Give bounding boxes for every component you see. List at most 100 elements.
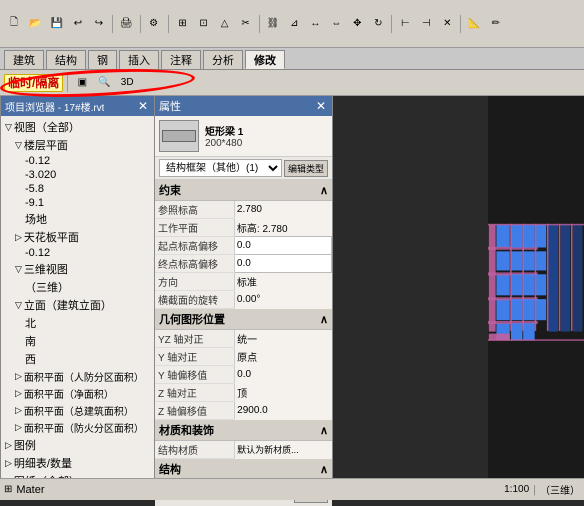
- end-offset-input[interactable]: [237, 258, 329, 269]
- prop-row-start-offset[interactable]: 起点标高偏移: [155, 237, 332, 255]
- zoom-btn[interactable]: 🔍: [94, 73, 114, 93]
- props-section-geometry[interactable]: 几何图形位置 ∧: [155, 309, 332, 330]
- zoom-level: 1:100: [504, 484, 529, 495]
- tree-item-west[interactable]: 西: [1, 350, 154, 368]
- mirror-btn[interactable]: ⇔: [326, 14, 346, 34]
- props-type-row: 结构框架（其他）(1) 编辑类型: [155, 157, 332, 180]
- offset-btn[interactable]: ↔: [305, 14, 325, 34]
- tree-item-ceiling[interactable]: ▷ 天花板平面: [1, 228, 154, 246]
- tree-item-schedules[interactable]: ▷ 明细表/数量: [1, 454, 154, 472]
- move-btn[interactable]: ✥: [347, 14, 367, 34]
- new-btn[interactable]: 🗋: [4, 14, 24, 34]
- element-thumb-inner: [162, 130, 196, 142]
- split-btn[interactable]: ⊣: [416, 14, 436, 34]
- settings-btn[interactable]: ⚙: [144, 14, 164, 34]
- properties-panel: 属性 ✕ 矩形梁 1 200*480 结构框架（其他）(1) 编辑类型 约束 ∧: [155, 96, 333, 500]
- sep3: [168, 15, 169, 33]
- tree-item-views[interactable]: ▽ 视图（全部）: [1, 118, 154, 136]
- tree-item-fp-91[interactable]: -9.1: [1, 196, 154, 210]
- trim-btn[interactable]: ⊢: [395, 14, 415, 34]
- redo-btn[interactable]: ↪: [89, 14, 109, 34]
- delete-btn[interactable]: ✕: [437, 14, 457, 34]
- element-thumbnail: [159, 120, 199, 152]
- tree-col-icon6: ▷: [15, 388, 22, 399]
- prop-row-work-plane: 工作平面 标高: 2.780: [155, 219, 332, 237]
- tree-expand-icon2: ▽: [15, 140, 22, 151]
- edit-type-btn[interactable]: 编辑类型: [284, 160, 328, 177]
- tab-gang[interactable]: 钢: [88, 50, 117, 69]
- tab-xitong[interactable]: 插入: [119, 50, 159, 69]
- tab-charu[interactable]: 注释: [161, 50, 201, 69]
- tree-col-icon5: ▷: [15, 371, 22, 382]
- tree-item-3d-3d[interactable]: （三维）: [1, 278, 154, 296]
- prop-row-end-offset[interactable]: 终点标高偏移: [155, 255, 332, 273]
- prop-row-struct-material: 结构材质 默认为新材质...: [155, 441, 332, 459]
- tree-item-fp-012[interactable]: -0.12: [1, 154, 154, 168]
- tree-item-legend[interactable]: ▷ 图例: [1, 436, 154, 454]
- tree-item-fp-3020[interactable]: -3.020: [1, 168, 154, 182]
- tool4-btn[interactable]: ✂: [236, 14, 256, 34]
- 3d-btn[interactable]: 3D: [117, 73, 138, 93]
- props-geometry-table: YZ 轴对正 统一 Y 轴对正 原点 Y 轴偏移值 0.0 Z 轴对正 顶 Z …: [155, 330, 332, 420]
- sep6: [460, 15, 461, 33]
- tool1-btn[interactable]: ⊞: [173, 14, 193, 34]
- print-btn[interactable]: 🖨: [116, 14, 137, 34]
- tree-item-floor-plan[interactable]: ▽ 楼层平面: [1, 136, 154, 154]
- props-material-table: 结构材质 默认为新材质...: [155, 441, 332, 459]
- element-name: 矩形梁 1: [205, 123, 243, 138]
- tree-item-fp-site[interactable]: 场地: [1, 210, 154, 228]
- sep2: [140, 15, 141, 33]
- prop-row-rotation: 横截面的旋转 0.00°: [155, 291, 332, 309]
- status-icon: ⊞: [4, 484, 12, 495]
- props-type-select[interactable]: 结构框架（其他）(1): [159, 159, 282, 177]
- tree-item-area-net[interactable]: ▷ 面积平面（净面积）: [1, 385, 154, 402]
- toolbar-area: 🗋 📂 💾 ↩ ↪ 🖨 ⚙ ⊞ ⊡ △ ✂ ⛓ ⊿ ↔ ⇔ ✥ ↻ ⊢ ⊣ ✕ …: [0, 0, 584, 48]
- status-sep: |: [533, 484, 536, 496]
- tab-jianzhu[interactable]: 建筑: [4, 50, 44, 69]
- align-btn[interactable]: ⊿: [284, 14, 304, 34]
- tree-item-fp-58[interactable]: -5.8: [1, 182, 154, 196]
- quick-access-group: 🗋 📂 💾 ↩ ↪ 🖨 ⚙: [4, 14, 164, 34]
- status-text: Mater: [16, 484, 44, 496]
- prop-row-z-offset: Z 轴偏移值 2900.0: [155, 402, 332, 420]
- section-expand-icon4: ∧: [320, 463, 328, 476]
- tab-jiegou[interactable]: 结构: [46, 50, 86, 69]
- start-offset-input[interactable]: [237, 240, 329, 251]
- section-expand-icon: ∧: [320, 184, 328, 197]
- tree-col-icon10: ▷: [5, 458, 12, 469]
- tree-item-south[interactable]: 南: [1, 332, 154, 350]
- tree-item-area-total[interactable]: ▷ 面积平面（总建筑面积）: [1, 402, 154, 419]
- project-browser-close[interactable]: ✕: [136, 100, 150, 112]
- tree-expand-icon4: ▽: [15, 300, 22, 311]
- tree-item-area-civil[interactable]: ▷ 面积平面（人防分区面积）: [1, 368, 154, 385]
- tree-expand-icon: ▽: [5, 122, 12, 133]
- tree-item-north[interactable]: 北: [1, 314, 154, 332]
- tree-item-3d-views[interactable]: ▽ 三维视图: [1, 260, 154, 278]
- prop-row-direction: 方向 标准: [155, 273, 332, 291]
- viewport[interactable]: [488, 96, 584, 500]
- props-section-structure[interactable]: 结构 ∧: [155, 459, 332, 480]
- tool2-btn[interactable]: ⊡: [194, 14, 214, 34]
- open-btn[interactable]: 📂: [25, 14, 45, 34]
- props-section-material[interactable]: 材质和装饰 ∧: [155, 420, 332, 441]
- rotate-btn[interactable]: ↻: [368, 14, 388, 34]
- tool3-btn[interactable]: △: [215, 14, 235, 34]
- tab-zhushi[interactable]: 分析: [203, 50, 243, 69]
- undo-btn[interactable]: ↩: [68, 14, 88, 34]
- measure-btn[interactable]: 📐: [464, 14, 484, 34]
- props-close[interactable]: ✕: [314, 100, 328, 112]
- props-section-constraints[interactable]: 约束 ∧: [155, 180, 332, 201]
- connect-btn[interactable]: ⛓: [263, 14, 284, 34]
- prop-row-z-align: Z 轴对正 顶: [155, 384, 332, 402]
- breadcrumb[interactable]: 临时/隔离: [4, 74, 63, 92]
- sep5: [391, 15, 392, 33]
- create-btn[interactable]: ✏: [486, 14, 506, 34]
- tree-item-elevations[interactable]: ▽ 立面（建筑立面）: [1, 296, 154, 314]
- tab-xiugai[interactable]: 修改: [245, 50, 285, 69]
- props-constraints-table: 参照标高 2.780 工作平面 标高: 2.780 起点标高偏移 终点标高偏移 …: [155, 201, 332, 309]
- tree-item-area-fire[interactable]: ▷ 面积平面（防火分区面积）: [1, 419, 154, 436]
- props-title: 属性: [159, 98, 181, 114]
- tree-item-ceil-012[interactable]: -0.12: [1, 246, 154, 260]
- view-toggle-btn[interactable]: ▣: [72, 73, 92, 93]
- save-btn[interactable]: 💾: [46, 14, 66, 34]
